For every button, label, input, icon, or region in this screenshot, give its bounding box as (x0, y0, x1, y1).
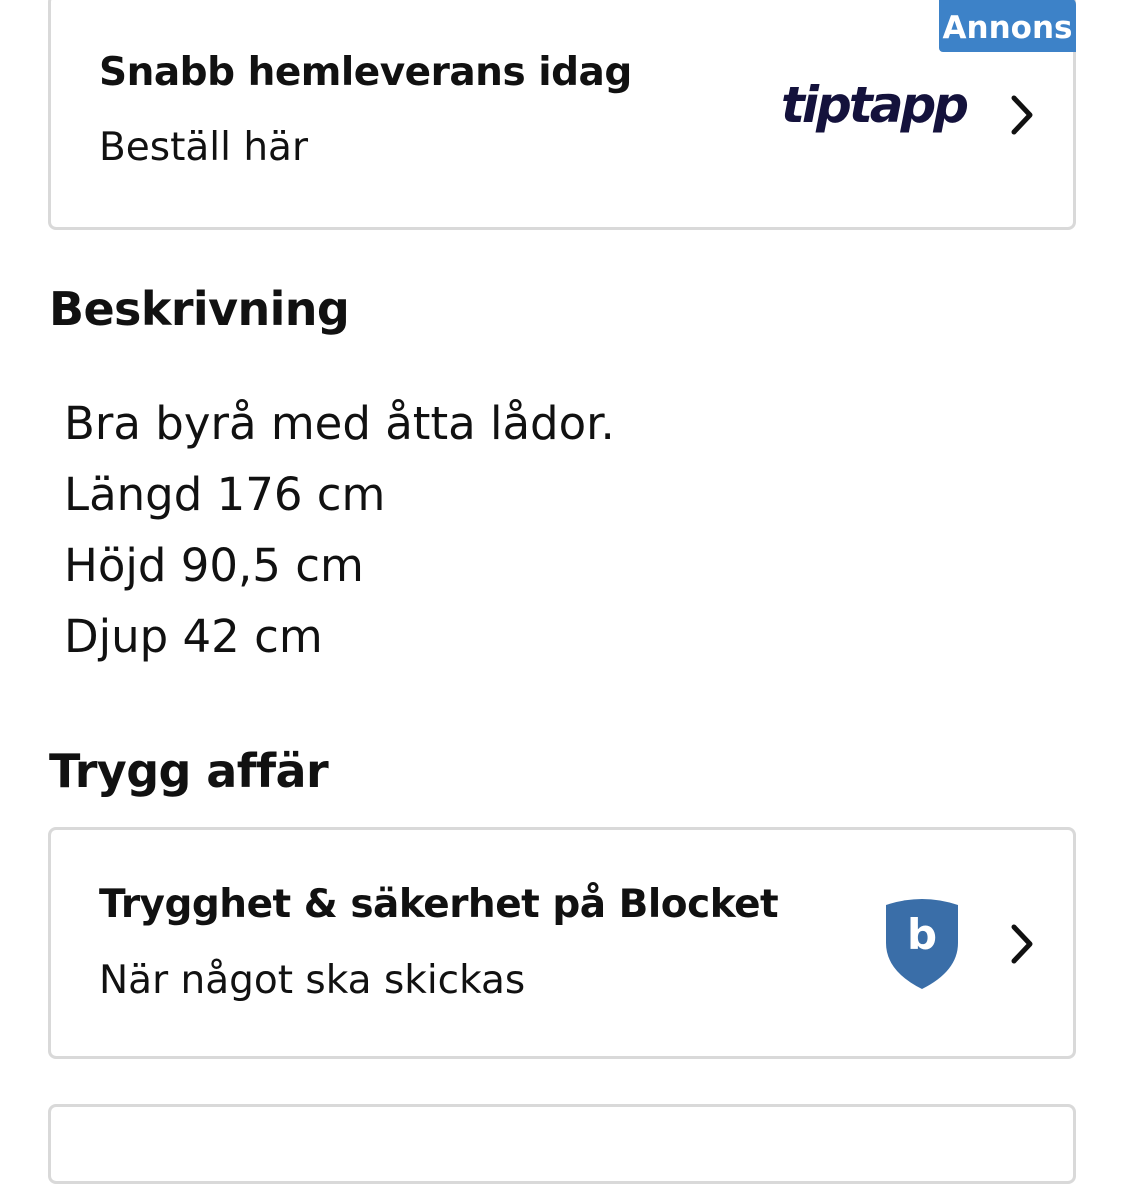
description-line: Djup 42 cm (64, 610, 323, 663)
description-heading: Beskrivning (49, 282, 350, 336)
tiptapp-logo-text: tiptapp (781, 77, 967, 134)
safety-title: Trygghet & säkerhet på Blocket (99, 882, 779, 927)
safe-deal-heading: Trygg affär (49, 744, 329, 798)
chevron-right-icon[interactable] (1006, 93, 1036, 137)
chevron-right-icon[interactable] (1006, 922, 1036, 966)
blocket-shield-icon: b (886, 899, 958, 989)
ad-badge: Annons (939, 0, 1076, 52)
ad-subtitle: Beställ här (99, 125, 308, 170)
delivery-ad-card[interactable]: Annons Snabb hemleverans idag Beställ hä… (48, 0, 1076, 230)
ad-title: Snabb hemleverans idag (99, 50, 632, 95)
description-line: Bra byrå med åtta lådor. (64, 397, 615, 450)
description-text: Bra byrå med åtta lådor. Längd 176 cm Hö… (64, 393, 615, 677)
shield-letter: b (907, 910, 937, 959)
description-line: Höjd 90,5 cm (64, 539, 364, 592)
safety-subtitle: När något ska skickas (99, 958, 526, 1003)
safety-card[interactable]: Trygghet & säkerhet på Blocket När något… (48, 827, 1076, 1059)
next-card[interactable] (48, 1104, 1076, 1184)
description-line: Längd 176 cm (64, 468, 386, 521)
tiptapp-logo: tiptapp (781, 77, 970, 134)
